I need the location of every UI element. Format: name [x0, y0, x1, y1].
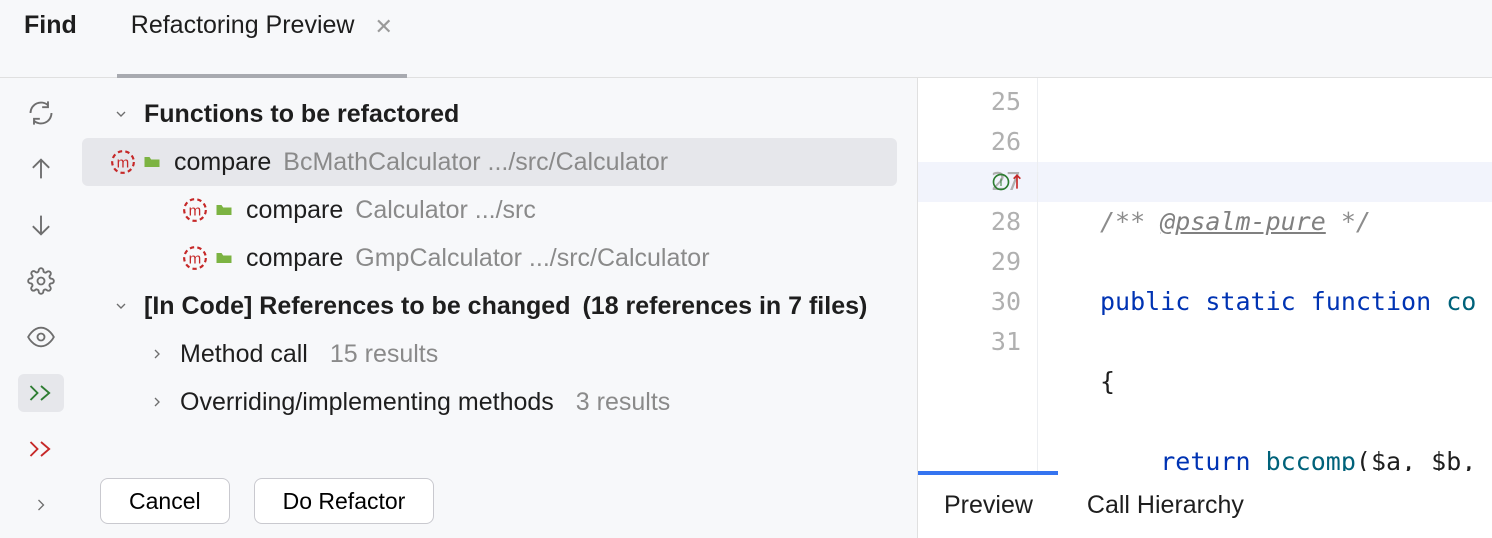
folder-icon	[142, 152, 162, 172]
tab-refactoring-preview[interactable]: Refactoring Preview ✕	[117, 0, 407, 77]
refresh-button[interactable]	[18, 94, 64, 132]
exclude-button[interactable]	[18, 430, 64, 468]
tabstrip: Find Refactoring Preview ✕	[0, 0, 1492, 78]
method-icon: m	[110, 149, 136, 175]
sub-label: Overriding/implementing methods	[180, 388, 554, 417]
svg-text:I: I	[999, 177, 1002, 189]
preview-tab-call-hierarchy[interactable]: Call Hierarchy	[1087, 491, 1244, 520]
include-button[interactable]	[18, 374, 64, 412]
interface-icon: I	[991, 172, 1011, 192]
tree-item-compare-bcmath[interactable]: m compare BcMathCalculator .../src/Calcu…	[82, 138, 897, 186]
item-name: compare	[246, 196, 343, 225]
tree-group-functions[interactable]: Functions to be refactored	[82, 90, 917, 138]
item-name: compare	[246, 244, 343, 273]
call-hierarchy-tab-label: Call Hierarchy	[1087, 491, 1244, 519]
cancel-label: Cancel	[129, 488, 201, 515]
refactor-tree: Functions to be refactored m compare BcM…	[82, 78, 917, 464]
gear-icon	[27, 267, 55, 295]
svg-text:m: m	[117, 154, 130, 171]
tree-item-compare-calculator[interactable]: m compare Calculator .../src	[82, 186, 917, 234]
footer: Cancel Do Refactor	[82, 464, 917, 538]
code-editor[interactable]: 25 26 27 I 28 29 30 31 /** @psalm-pure *…	[918, 78, 1492, 471]
line-number: 29	[918, 242, 1021, 282]
method-icon: m	[182, 197, 208, 223]
more-button[interactable]	[18, 486, 64, 524]
chevron-right-icon	[146, 343, 168, 365]
preview-pane: 25 26 27 I 28 29 30 31 /** @psalm-pure *…	[917, 78, 1492, 538]
settings-button[interactable]	[18, 262, 64, 300]
close-icon[interactable]: ✕	[374, 16, 392, 38]
do-refactor-label: Do Refactor	[283, 488, 406, 515]
tab-refactor-label: Refactoring Preview	[131, 11, 355, 40]
method-icon: m	[182, 245, 208, 271]
chevron-down-icon	[110, 103, 132, 125]
chevron-down-icon	[110, 295, 132, 317]
preview-tabs: Preview Call Hierarchy	[918, 475, 1492, 538]
include-icon	[27, 379, 55, 407]
cancel-button[interactable]: Cancel	[100, 478, 230, 524]
preview-tab-preview[interactable]: Preview	[944, 491, 1033, 520]
group-refs-label: [In Code] References to be changed	[144, 292, 570, 321]
arrow-up-red-icon	[1011, 172, 1023, 192]
folder-icon	[214, 248, 234, 268]
svg-text:m: m	[189, 202, 202, 219]
folder-icon	[214, 200, 234, 220]
item-context: GmpCalculator .../src/Calculator	[355, 244, 709, 273]
prev-button[interactable]	[18, 150, 64, 188]
eye-icon	[27, 323, 55, 351]
gutter-annotation[interactable]: I	[991, 172, 1023, 192]
toolbar-rail	[0, 78, 82, 538]
line-number: 31	[918, 322, 1021, 362]
gutter: 25 26 27 I 28 29 30 31	[918, 78, 1038, 471]
tab-find[interactable]: Find	[24, 0, 77, 77]
preview-tab-label: Preview	[944, 491, 1033, 519]
tree-item-compare-gmp[interactable]: m compare GmpCalculator .../src/Calculat…	[82, 234, 917, 282]
watch-button[interactable]	[18, 318, 64, 356]
tree-group-references[interactable]: [In Code] References to be changed (18 r…	[82, 282, 917, 330]
sub-count: 3 results	[576, 388, 670, 417]
line-number: 30	[918, 282, 1021, 322]
sub-label: Method call	[180, 340, 308, 369]
exclude-icon	[27, 435, 55, 463]
tab-find-label: Find	[24, 11, 77, 40]
arrow-down-icon	[27, 211, 55, 239]
refresh-icon	[27, 99, 55, 127]
tree-sub-method-call[interactable]: Method call 15 results	[82, 330, 917, 378]
line-number: 25	[918, 82, 1021, 122]
chevron-right-icon	[146, 391, 168, 413]
line-number: 28	[918, 202, 1021, 242]
code-content: /** @psalm-pure */ public static functio…	[1038, 78, 1492, 471]
item-context: BcMathCalculator .../src/Calculator	[283, 148, 668, 177]
item-context: Calculator .../src	[355, 196, 536, 225]
line-number: 27 I	[918, 162, 1021, 202]
next-button[interactable]	[18, 206, 64, 244]
group-functions-label: Functions to be refactored	[144, 100, 459, 129]
item-name: compare	[174, 148, 271, 177]
tree-sub-overriding[interactable]: Overriding/implementing methods 3 result…	[82, 378, 917, 426]
arrow-up-icon	[27, 155, 55, 183]
line-number: 26	[918, 122, 1021, 162]
svg-text:m: m	[189, 250, 202, 267]
chevron-right-icon	[31, 495, 51, 515]
group-refs-count: (18 references in 7 files)	[582, 292, 867, 321]
sub-count: 15 results	[330, 340, 438, 369]
do-refactor-button[interactable]: Do Refactor	[254, 478, 435, 524]
